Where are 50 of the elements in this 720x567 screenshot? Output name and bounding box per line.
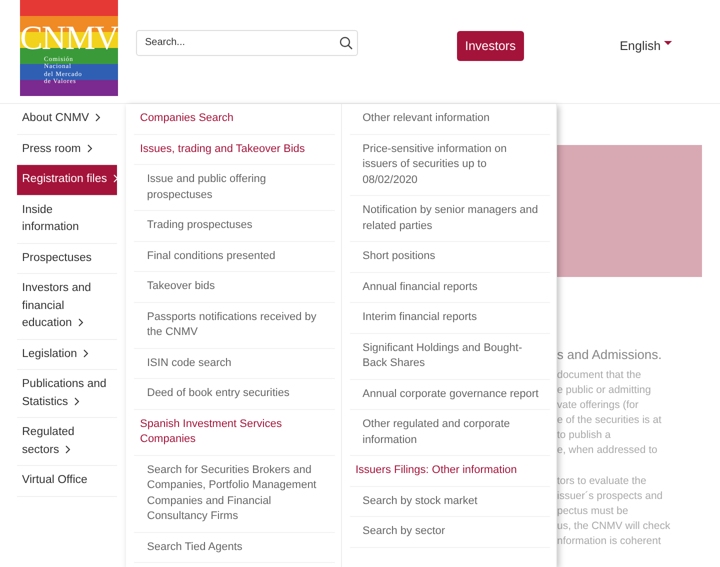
- paragraph-text: tors to evaluate the: [557, 474, 648, 489]
- paragraph-text: to publish a: [557, 428, 612, 443]
- sidebar-item[interactable]: Legislation: [17, 340, 117, 370]
- menu-link[interactable]: Deed of book entry securities: [134, 379, 334, 410]
- language-selector[interactable]: English: [620, 38, 672, 52]
- menu-link[interactable]: Issuers Filings: Other information: [350, 456, 550, 486]
- search-field[interactable]: Search...: [136, 30, 358, 56]
- menu-link[interactable]: Notification by senior managers and related parties: [350, 196, 550, 242]
- menu-link[interactable]: Annual financial reports: [350, 272, 550, 303]
- sidebar-item[interactable]: Inside information: [17, 196, 117, 244]
- paragraph-text: us, the CNMV will check: [557, 519, 672, 534]
- menu-link[interactable]: Search by sector: [350, 517, 550, 548]
- content-heading: s and Admissions.: [557, 347, 663, 362]
- paragraph-text: document that the: [557, 368, 642, 383]
- logo-wordmark: CNMV: [20, 22, 118, 56]
- menu-link[interactable]: Issue and public offering prospectuses: [134, 165, 334, 211]
- sidebar-item[interactable]: Virtual Office: [17, 466, 117, 496]
- menu-link[interactable]: Passports notifications received by the CNMV: [134, 302, 334, 348]
- paragraph-text: e, when addressed to: [557, 443, 658, 458]
- sidebar-item[interactable]: Investors and financial education: [17, 274, 117, 340]
- menu-link[interactable]: Other regulated and corporate information: [350, 410, 550, 456]
- menu-link[interactable]: Significant Holdings and Bought-Back Shares: [350, 334, 550, 380]
- sidebar-item[interactable]: Registration files: [17, 165, 117, 196]
- menu-link[interactable]: Annual corporate governance report: [350, 380, 550, 410]
- paragraph-text: nformation is coherent: [557, 534, 662, 549]
- paragraph-text: pectus must be: [557, 504, 630, 519]
- menu-link[interactable]: Trading prospectuses: [134, 211, 334, 242]
- menu-link[interactable]: Search for Securities Brokers and Companies, Portfolio Management Companies and Financial Consultancy Firms: [134, 456, 334, 532]
- menu-link[interactable]: Short positions: [350, 242, 550, 272]
- paragraph-text: issuer´s prospects and: [557, 489, 664, 504]
- menu-link[interactable]: Companies Search: [134, 104, 334, 134]
- menu-link[interactable]: Price-sensitive information on issuers of securities up to 08/02/2020: [350, 134, 550, 196]
- menu-link[interactable]: Search Tied Agents: [134, 532, 334, 563]
- menu-link[interactable]: Search by stock market: [350, 486, 550, 517]
- sidebar-item[interactable]: Publications and Statistics: [17, 370, 117, 418]
- investors-button[interactable]: Investors: [457, 30, 524, 60]
- search-icon[interactable]: [339, 36, 353, 50]
- sidebar-item[interactable]: Regulated sectors: [17, 418, 117, 466]
- paragraph-text: e public or admitting: [557, 383, 652, 398]
- menu-link[interactable]: Other relevant information: [350, 104, 550, 134]
- menu-link[interactable]: Final conditions presented: [134, 242, 334, 272]
- paragraph-text: e of the securities is at: [557, 413, 662, 428]
- menu-link[interactable]: Interim financial reports: [350, 303, 550, 334]
- menu-link[interactable]: Spanish Investment Services Companies: [134, 410, 334, 456]
- sidebar-item[interactable]: About CNMV: [17, 104, 117, 134]
- paragraph-text: vate offerings (for: [557, 398, 640, 413]
- menu-link[interactable]: Issues, trading and Takeover Bids: [134, 134, 334, 165]
- menu-link[interactable]: Takeover bids: [134, 272, 334, 302]
- menu-link[interactable]: ISIN code search: [134, 348, 334, 379]
- sidebar-item[interactable]: Prospectuses: [17, 244, 117, 274]
